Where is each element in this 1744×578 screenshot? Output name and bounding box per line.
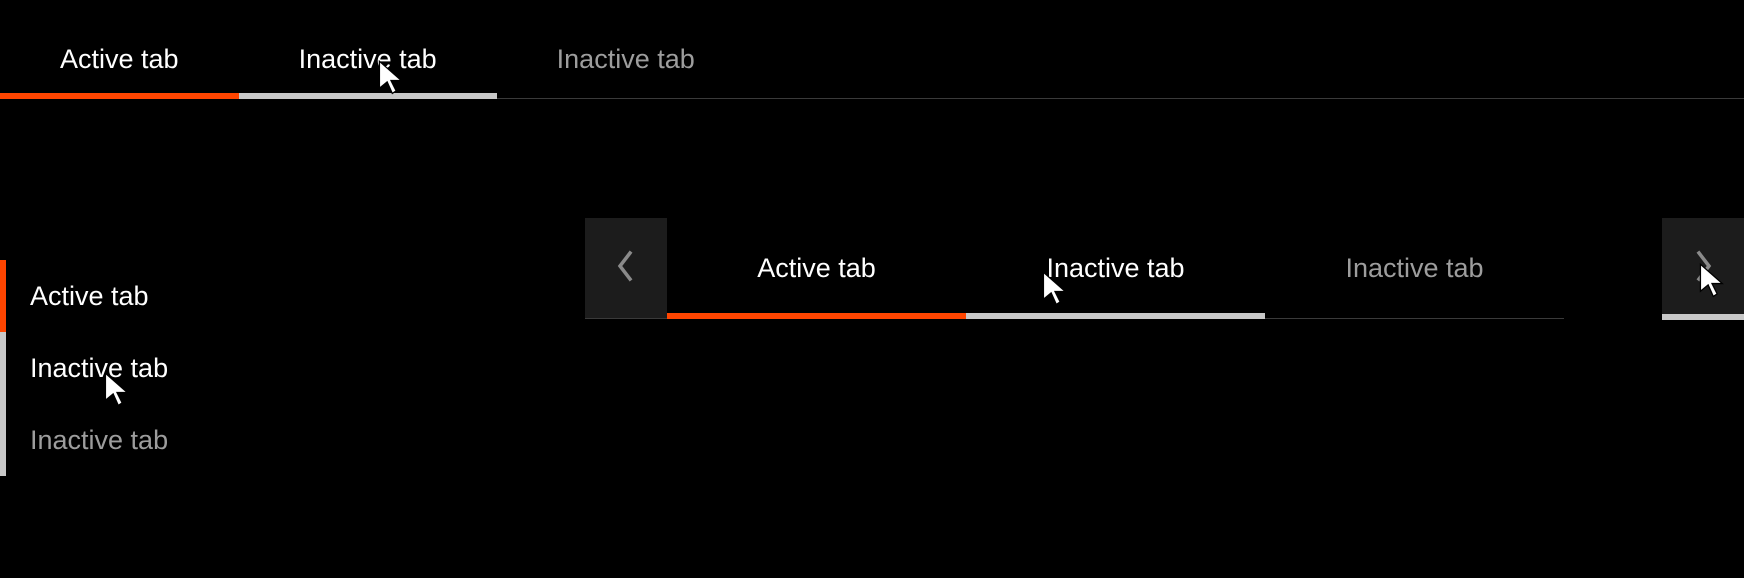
scrollable-tabbar: Active tab Inactive tab Inactive tab bbox=[585, 218, 1564, 319]
scroll-right-button[interactable] bbox=[1662, 218, 1744, 319]
vtab-label: Inactive tab bbox=[30, 425, 168, 456]
stab-underline bbox=[966, 313, 1265, 319]
vertical-tabbar: Active tab Inactive tab Inactive tab bbox=[0, 260, 300, 476]
horizontal-tabbar: Active tab Inactive tab Inactive tab bbox=[0, 20, 1744, 99]
chevron-right-icon bbox=[1693, 249, 1713, 288]
stab-underline bbox=[1662, 314, 1744, 320]
stab-label: Inactive tab bbox=[1345, 253, 1483, 284]
vtab-indicator bbox=[0, 332, 6, 404]
tab-hover[interactable]: Inactive tab bbox=[239, 20, 497, 98]
tab-underline bbox=[0, 93, 239, 99]
stab-inactive[interactable]: Inactive tab bbox=[1265, 218, 1564, 318]
tab-label: Inactive tab bbox=[557, 44, 695, 75]
tab-active[interactable]: Active tab bbox=[0, 20, 239, 98]
tab-label: Inactive tab bbox=[299, 44, 437, 75]
stab-label: Inactive tab bbox=[1046, 253, 1184, 284]
tab-underline bbox=[239, 93, 497, 99]
vtab-label: Active tab bbox=[30, 281, 149, 312]
vtab-label: Inactive tab bbox=[30, 353, 168, 384]
tab-inactive[interactable]: Inactive tab bbox=[497, 20, 755, 98]
vtab-indicator bbox=[0, 260, 6, 332]
vtab-indicator bbox=[0, 404, 6, 476]
vtab-active[interactable]: Active tab bbox=[0, 260, 300, 332]
stab-hover[interactable]: Inactive tab bbox=[966, 218, 1265, 318]
stab-underline bbox=[667, 313, 966, 319]
tab-label: Active tab bbox=[60, 44, 179, 75]
stab-label: Active tab bbox=[757, 253, 876, 284]
vtab-inactive[interactable]: Inactive tab bbox=[0, 404, 300, 476]
scrollable-tab-track: Active tab Inactive tab Inactive tab bbox=[667, 218, 1564, 318]
scroll-left-button[interactable] bbox=[585, 218, 667, 318]
chevron-left-icon bbox=[616, 249, 636, 288]
vtab-hover[interactable]: Inactive tab bbox=[0, 332, 300, 404]
stab-active[interactable]: Active tab bbox=[667, 218, 966, 318]
